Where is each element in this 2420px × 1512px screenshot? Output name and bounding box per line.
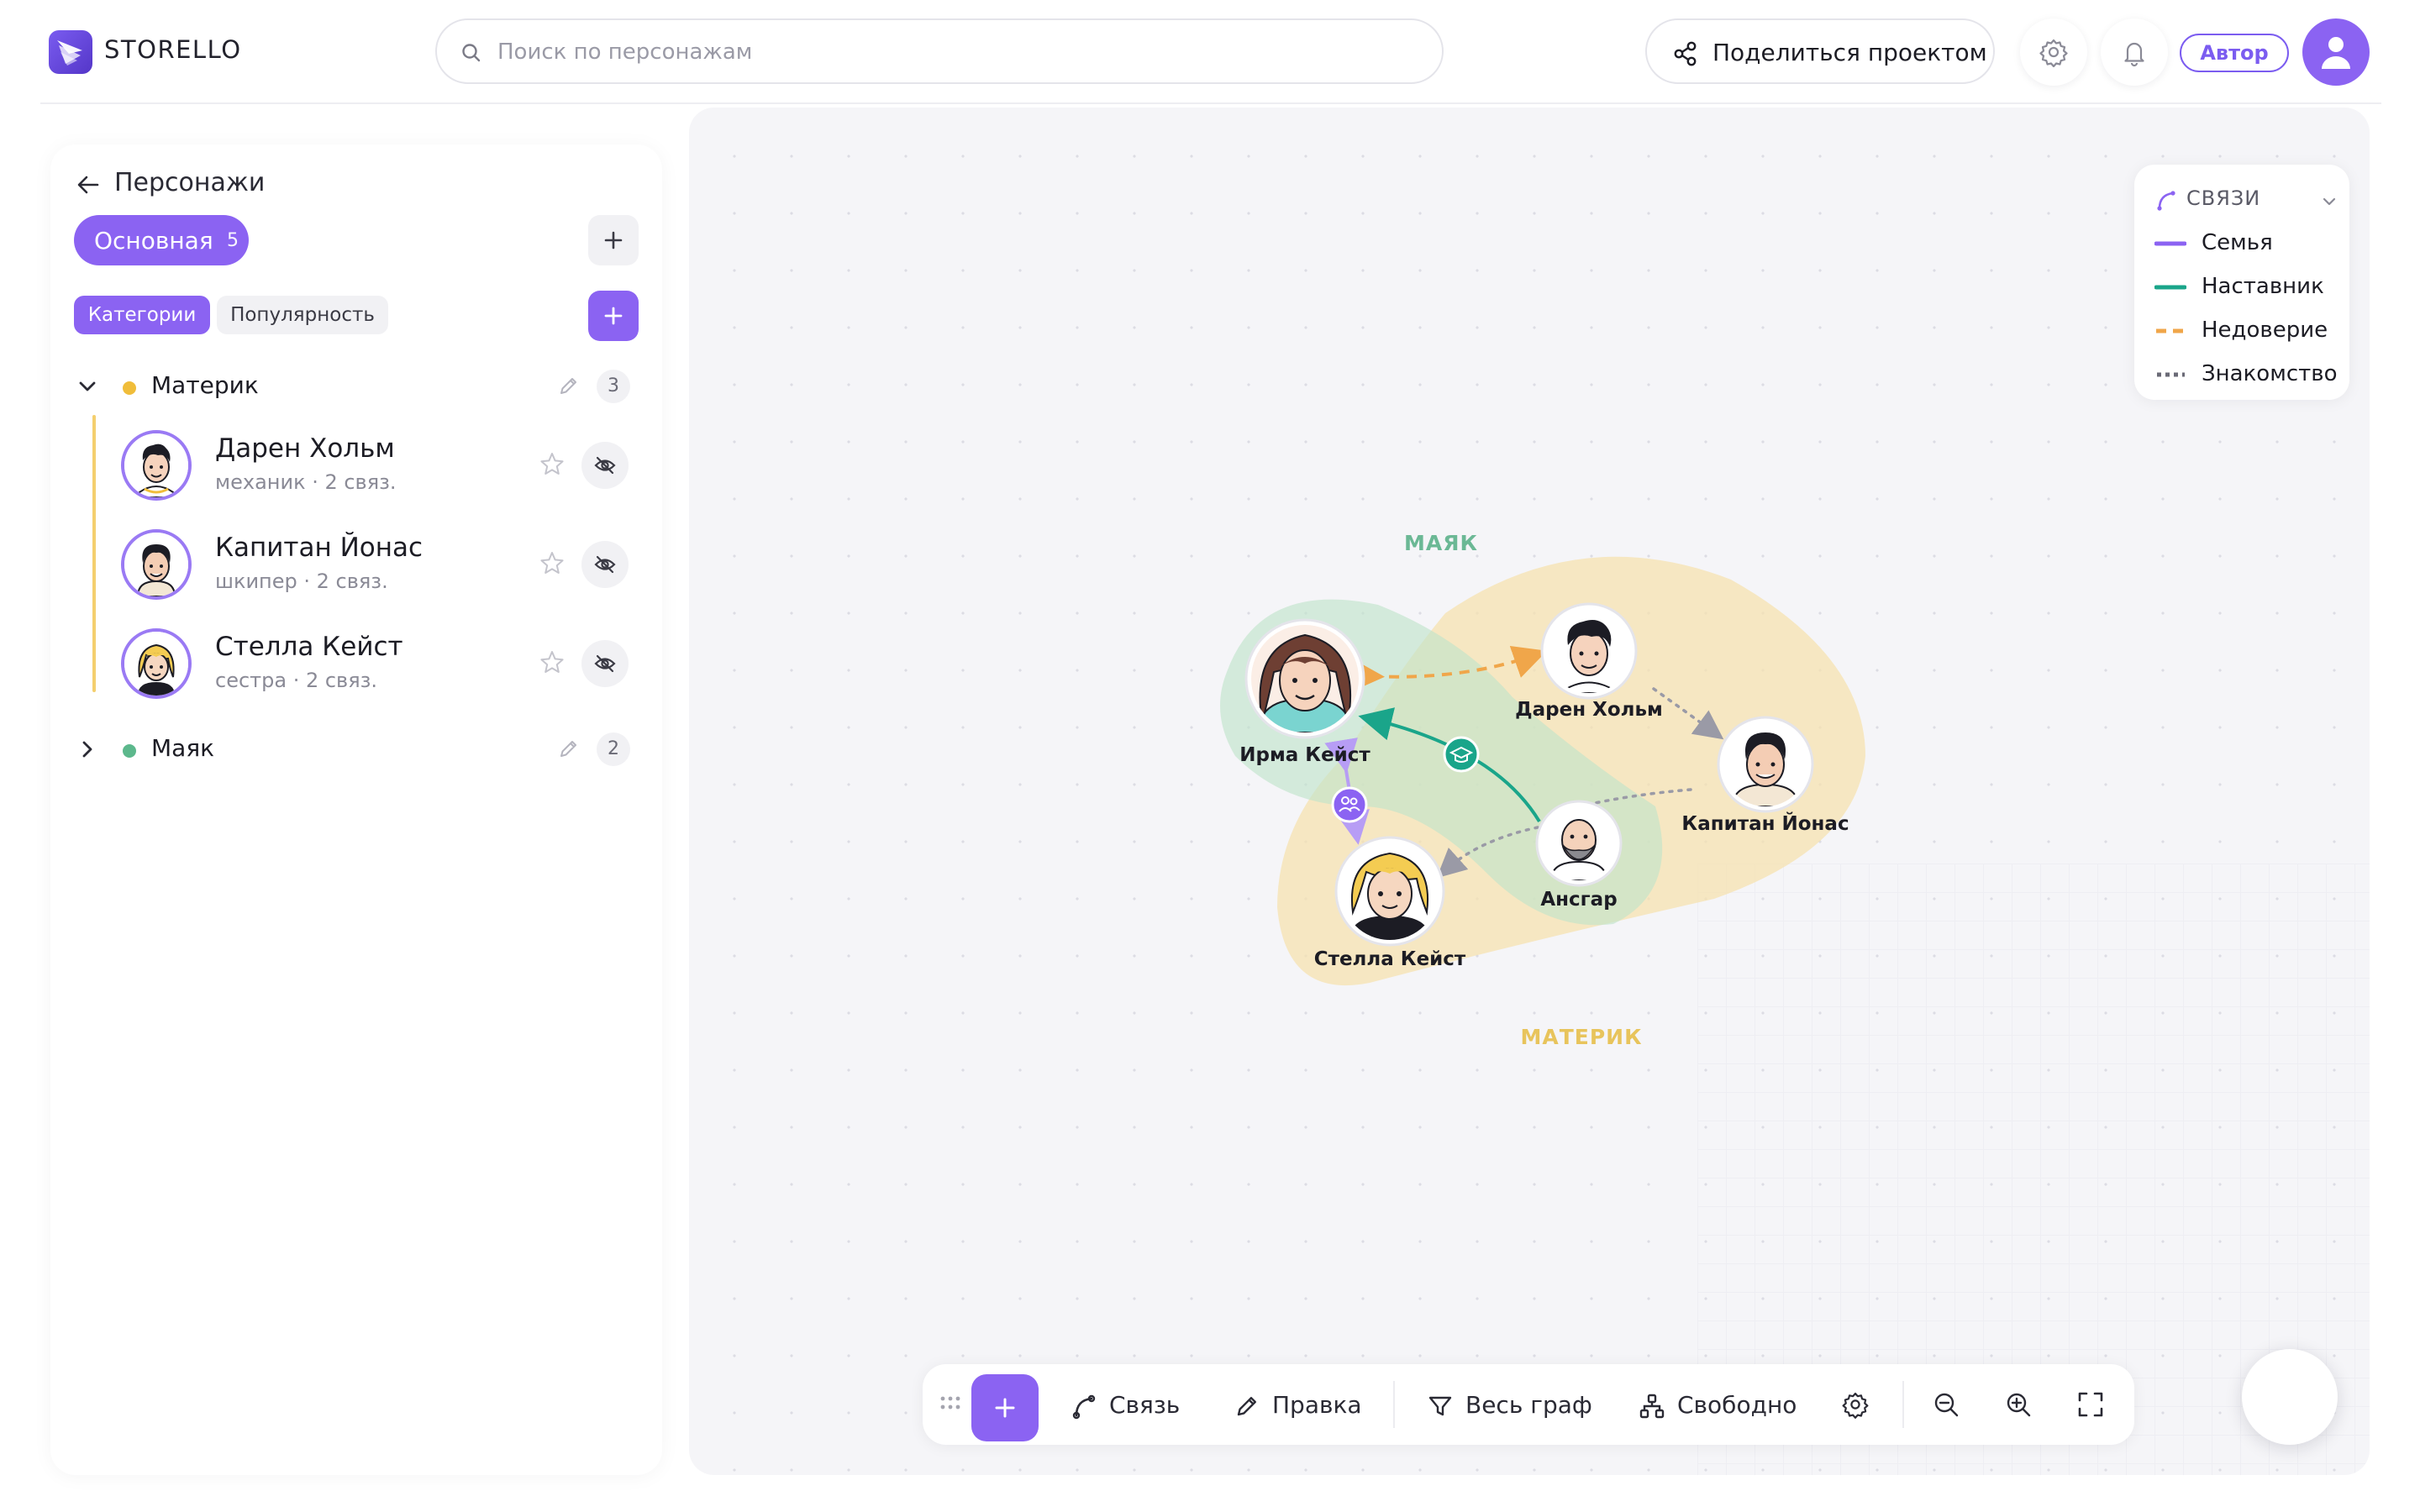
fullscreen-icon: [2078, 1392, 2103, 1417]
fullscreen-button[interactable]: [2070, 1384, 2111, 1425]
zoom-in-icon: [2007, 1393, 2031, 1417]
chevron-down-icon: [2323, 197, 2336, 206]
floating-action-button[interactable]: [2242, 1349, 2338, 1445]
relationship-graph: МАЯК МАТЕРИК Ирма Кейст Дарен Хольм Капи…: [1220, 531, 1865, 1049]
legend-item-family: Семья: [2154, 227, 2348, 260]
line-swatch: [2157, 372, 2185, 377]
layout-label: Свободно: [1677, 1391, 1797, 1419]
toolbar-divider: [1902, 1381, 1904, 1428]
region-label-lighthouse: МАЯК: [1404, 531, 1478, 555]
pencil-icon: [1237, 1397, 1256, 1416]
relation-curve-icon: [1072, 1394, 1096, 1420]
legend-label: Наставник: [2202, 274, 2324, 299]
legend-item-mentor: Наставник: [2154, 270, 2348, 304]
add-node-button[interactable]: [971, 1374, 1039, 1441]
node-label: Ирма Кейст: [1239, 744, 1370, 766]
legend-label: Недоверие: [2202, 318, 2328, 343]
legend-item-acquaintance: Знакомство: [2154, 358, 2348, 391]
toolbar-divider: [1393, 1381, 1395, 1428]
node-label: Капитан Йонас: [1681, 811, 1849, 835]
filter-icon: [1428, 1396, 1452, 1416]
zoom-in-button[interactable]: [1998, 1384, 2039, 1425]
layout-button[interactable]: Свободно: [1639, 1374, 1807, 1435]
gear-icon: [1842, 1392, 1869, 1419]
edge-mentor-badge[interactable]: [1443, 736, 1480, 773]
line-swatch: [2156, 328, 2185, 333]
filter-button[interactable]: Весь граф: [1427, 1374, 1595, 1435]
node-ansgar[interactable]: Ансгар: [1535, 800, 1623, 911]
link-tool-button[interactable]: Связь: [1071, 1374, 1188, 1435]
drag-handle-icon[interactable]: [939, 1394, 961, 1411]
edge-family-badge[interactable]: [1331, 786, 1368, 823]
line-swatch: [2154, 285, 2186, 290]
bottom-toolbar: Связь Правка Весь граф Свободно: [923, 1364, 2134, 1445]
hierarchy-icon: [1639, 1394, 1665, 1419]
region-label-mainland: МАТЕРИК: [1520, 1025, 1642, 1049]
legend-title: СВЯЗИ: [2186, 186, 2261, 210]
edit-tool-button[interactable]: Правка: [1234, 1374, 1368, 1435]
relation-curve-icon: [2157, 191, 2175, 211]
zoom-out-button[interactable]: [1926, 1384, 1966, 1425]
link-tool-label: Связь: [1109, 1391, 1181, 1419]
node-label: Стелла Кейст: [1314, 948, 1466, 970]
plus-icon: [995, 1398, 1015, 1418]
node-label: Дарен Хольм: [1515, 699, 1663, 721]
legend-label: Семья: [2202, 230, 2273, 255]
legend-item-mistrust: Недоверие: [2154, 314, 2348, 348]
line-swatch: [2154, 241, 2186, 246]
graph-settings-button[interactable]: [1835, 1384, 1876, 1425]
edit-tool-label: Правка: [1272, 1391, 1362, 1419]
filter-label: Весь граф: [1465, 1391, 1592, 1419]
zoom-out-icon: [1934, 1393, 1959, 1417]
legend-label: Знакомство: [2202, 361, 2338, 386]
node-label: Ансгар: [1540, 889, 1617, 911]
legend-toggle[interactable]: СВЯЗИ: [2154, 183, 2339, 217]
relations-legend: СВЯЗИ Семья Наставник Недоверие Знакомст…: [2134, 165, 2349, 400]
node-irma[interactable]: Ирма Кейст: [1239, 618, 1370, 766]
